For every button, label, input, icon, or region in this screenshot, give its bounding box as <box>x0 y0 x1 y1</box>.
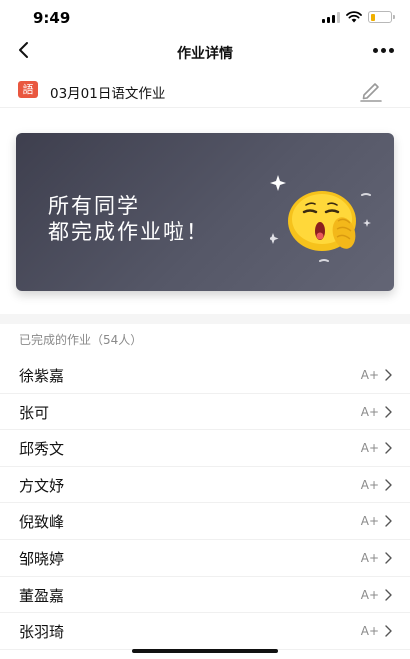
status-time: 9:49 <box>33 9 71 27</box>
battery-level <box>370 13 375 21</box>
student-grade: A+ <box>360 368 379 382</box>
signal-icon <box>322 11 340 23</box>
banner-line-2: 都完成作业啦！ <box>48 220 209 244</box>
student-grade: A+ <box>360 624 379 639</box>
chevron-right-icon <box>385 625 392 637</box>
wifi-icon <box>346 11 362 23</box>
nav-bar: 作业详情 <box>0 34 410 68</box>
student-row[interactable]: 邹晓婷 A+ <box>0 540 410 577</box>
home-indicator[interactable] <box>132 649 278 653</box>
student-name: 邱秀文 <box>19 440 65 459</box>
student-name: 方文妤 <box>19 476 65 495</box>
student-grade: A+ <box>360 441 379 456</box>
chevron-right-icon <box>385 405 392 418</box>
student-name: 邹晓婷 <box>19 549 65 568</box>
section-divider <box>0 314 410 324</box>
battery-icon <box>368 11 395 23</box>
status-icons <box>322 11 395 23</box>
student-row[interactable]: 张羽琦 A+ <box>0 613 410 650</box>
student-list: 徐紫嘉 A+ 张可 A+ 邱秀文 A+ 方文妤 A+ 倪致峰 A+ 邹晓婷 A+… <box>0 357 410 650</box>
chevron-right-icon <box>385 552 392 564</box>
student-grade: A+ <box>360 514 379 529</box>
clapping-emoji-icon <box>270 175 371 262</box>
student-row[interactable]: 董盈嘉 A+ <box>0 577 410 614</box>
student-grade: A+ <box>360 477 379 492</box>
chevron-right-icon <box>385 515 392 528</box>
pencil-icon[interactable] <box>358 79 384 103</box>
chevron-right-icon <box>385 479 392 491</box>
subject-badge: 語 <box>18 81 38 98</box>
student-name: 张羽琦 <box>19 623 65 642</box>
student-name: 倪致峰 <box>19 513 65 532</box>
chevron-right-icon <box>385 369 392 381</box>
assignment-title: 03月01日语文作业 <box>50 86 166 102</box>
student-grade: A+ <box>360 587 379 602</box>
chevron-right-icon <box>385 442 392 454</box>
completion-banner: 所有同学 都完成作业啦！ <box>16 133 394 291</box>
completed-section-header: 已完成的作业（54人） <box>19 333 143 347</box>
page-title: 作业详情 <box>177 46 233 62</box>
student-row[interactable]: 张可 A+ <box>0 394 410 431</box>
student-name: 张可 <box>19 403 50 422</box>
student-row[interactable]: 徐紫嘉 A+ <box>0 357 410 394</box>
student-name: 徐紫嘉 <box>19 367 65 385</box>
student-grade: A+ <box>360 550 379 565</box>
student-row[interactable]: 方文妤 A+ <box>0 467 410 504</box>
student-row[interactable]: 倪致峰 A+ <box>0 503 410 540</box>
student-grade: A+ <box>360 404 379 419</box>
assignment-row: 語 03月01日语文作业 <box>0 74 410 108</box>
status-bar: 9:49 <box>0 0 410 34</box>
chevron-right-icon <box>385 588 392 601</box>
student-row[interactable]: 邱秀文 A+ <box>0 430 410 467</box>
more-icon[interactable] <box>373 48 394 53</box>
student-name: 董盈嘉 <box>19 586 65 605</box>
